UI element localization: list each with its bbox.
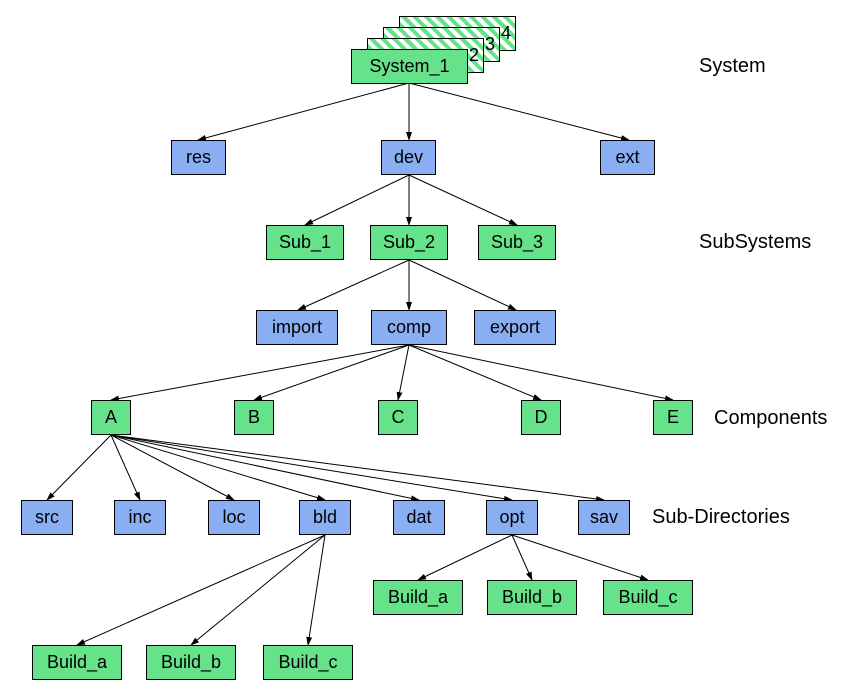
node-sub1: Sub_1 (266, 225, 344, 260)
node-import-label: import (272, 317, 322, 338)
dir-inc: inc (114, 500, 166, 535)
node-sub2-label: Sub_2 (383, 232, 435, 253)
opt-build-c: Build_c (603, 580, 693, 615)
node-sub2: Sub_2 (370, 225, 448, 260)
node-import: import (256, 310, 338, 345)
comp-B: B (234, 400, 274, 435)
node-ext-label: ext (615, 147, 639, 168)
node-dev-label: dev (394, 147, 423, 168)
node-comp: comp (371, 310, 447, 345)
opt-build-a: Build_a (373, 580, 463, 615)
comp-B-label: B (248, 407, 260, 428)
system-bg-4-label: 4 (501, 23, 511, 44)
dir-opt-label: opt (499, 507, 524, 528)
system-bg-3-label: 3 (485, 34, 495, 55)
bld-build-c-label: Build_c (278, 652, 337, 673)
label-subsystems: SubSystems (699, 231, 811, 254)
opt-build-b: Build_b (487, 580, 577, 615)
comp-E-label: E (667, 407, 679, 428)
node-export-label: export (490, 317, 540, 338)
node-sub3: Sub_3 (478, 225, 556, 260)
dir-bld: bld (299, 500, 351, 535)
dir-sav-label: sav (590, 507, 618, 528)
node-export: export (474, 310, 556, 345)
label-system: System (699, 55, 766, 78)
comp-E: E (653, 400, 693, 435)
dir-src-label: src (35, 507, 59, 528)
dir-sav: sav (578, 500, 630, 535)
comp-D-label: D (535, 407, 548, 428)
opt-build-a-label: Build_a (388, 587, 448, 608)
comp-D: D (521, 400, 561, 435)
opt-build-b-label: Build_b (502, 587, 562, 608)
node-sub1-label: Sub_1 (279, 232, 331, 253)
comp-C-label: C (392, 407, 405, 428)
dir-dat-label: dat (406, 507, 431, 528)
dir-dat: dat (393, 500, 445, 535)
dir-opt: opt (486, 500, 538, 535)
node-ext: ext (600, 140, 655, 175)
node-sub3-label: Sub_3 (491, 232, 543, 253)
comp-C: C (378, 400, 418, 435)
system-bg-2-label: 2 (469, 45, 479, 66)
dir-loc: loc (208, 500, 260, 535)
dir-loc-label: loc (222, 507, 245, 528)
opt-build-c-label: Build_c (618, 587, 677, 608)
dir-src: src (21, 500, 73, 535)
node-comp-label: comp (387, 317, 431, 338)
system-main: System_1 (351, 49, 468, 84)
bld-build-b-label: Build_b (161, 652, 221, 673)
comp-A-label: A (105, 407, 117, 428)
label-components: Components (714, 407, 827, 430)
dir-inc-label: inc (128, 507, 151, 528)
bld-build-b: Build_b (146, 645, 236, 680)
comp-A: A (91, 400, 131, 435)
node-dev: dev (381, 140, 436, 175)
node-res: res (171, 140, 226, 175)
label-subdirs: Sub-Directories (652, 506, 790, 529)
bld-build-a: Build_a (32, 645, 122, 680)
bld-build-c: Build_c (263, 645, 353, 680)
bld-build-a-label: Build_a (47, 652, 107, 673)
dir-bld-label: bld (313, 507, 337, 528)
node-res-label: res (186, 147, 211, 168)
system-main-label: System_1 (369, 56, 449, 77)
